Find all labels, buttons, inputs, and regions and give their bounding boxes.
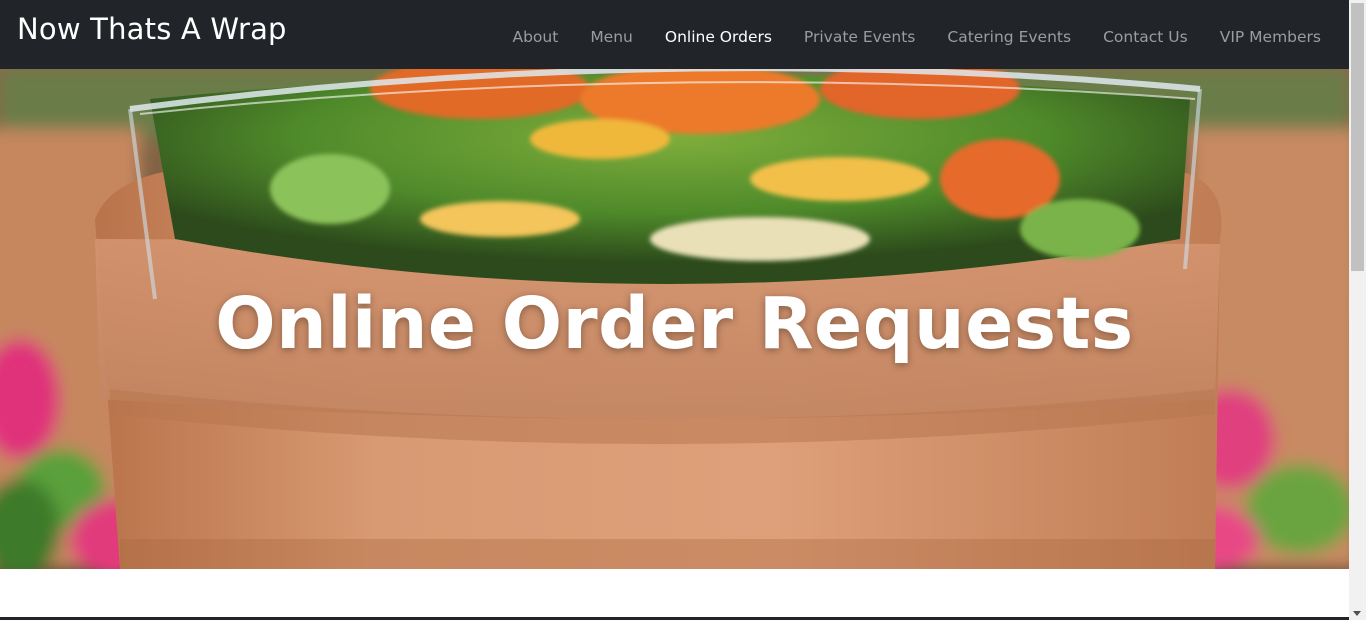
scroll-down-arrow-icon[interactable]	[1353, 611, 1361, 616]
page-viewport: Now Thats A Wrap About Menu Online Order…	[0, 0, 1349, 620]
hero-title: Online Order Requests	[215, 282, 1134, 365]
scrollbar-thumb[interactable]	[1351, 3, 1364, 271]
hero-banner: Online Order Requests	[0, 69, 1349, 569]
nav-menu: About Menu Online Orders Private Events …	[496, 26, 1337, 48]
top-navbar: Now Thats A Wrap About Menu Online Order…	[0, 0, 1349, 69]
page-content	[0, 569, 1349, 617]
nav-link-contact-us[interactable]: Contact Us	[1087, 26, 1204, 48]
nav-link-private-events[interactable]: Private Events	[788, 26, 931, 48]
nav-link-online-orders[interactable]: Online Orders	[649, 26, 788, 48]
page-scrollbar[interactable]	[1349, 0, 1366, 620]
nav-link-vip-members[interactable]: VIP Members	[1204, 26, 1337, 48]
brand-logo[interactable]: Now Thats A Wrap	[17, 12, 287, 46]
nav-link-catering-events[interactable]: Catering Events	[931, 26, 1087, 48]
nav-link-menu[interactable]: Menu	[574, 26, 649, 48]
nav-link-about[interactable]: About	[496, 26, 574, 48]
